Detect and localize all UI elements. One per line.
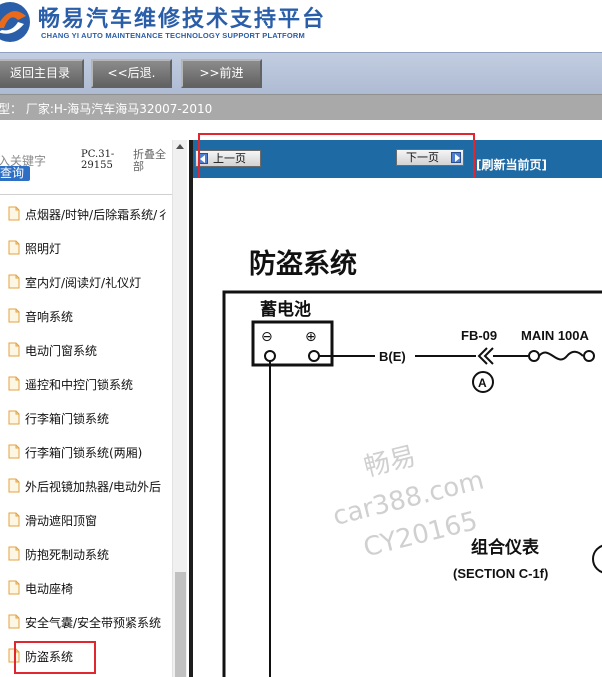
file-icon xyxy=(8,614,20,629)
selection-highlight xyxy=(14,641,96,674)
tree-item-label: 遥控和中控门锁系统 xyxy=(25,378,134,392)
tree-item[interactable]: 室内灯/阅读灯/礼仪灯 xyxy=(0,271,172,293)
tree-item[interactable]: 照明灯 xyxy=(0,237,172,259)
battery-terminal xyxy=(264,350,276,362)
fuse-terminal xyxy=(528,350,540,362)
file-icon xyxy=(8,240,20,255)
scrollbar-thumb[interactable] xyxy=(175,572,186,677)
tree-item-label: 室内灯/阅读灯/礼仪灯 xyxy=(25,276,142,290)
tree-item-label: 电动门窗系统 xyxy=(25,344,98,358)
battery-positive-icon: ⊕ xyxy=(305,329,317,345)
connector-icon xyxy=(477,347,494,365)
file-icon xyxy=(8,512,20,527)
tree-item[interactable]: 遥控和中控门锁系统 xyxy=(0,373,172,395)
tree-item[interactable]: 电动座椅 xyxy=(0,577,172,599)
tree-item-label: 照明灯 xyxy=(25,242,62,256)
file-icon xyxy=(8,444,20,459)
scroll-up-icon[interactable] xyxy=(176,144,184,149)
tree-item[interactable]: 安全气囊/安全带预紧系统 xyxy=(0,611,172,633)
meter-label: 组合仪表 xyxy=(471,537,540,558)
meter-connector-icon xyxy=(592,544,602,574)
tree-item[interactable]: 点烟器/时钟/后除霜系统/彳 xyxy=(0,203,172,225)
watermark-line: 畅易 xyxy=(361,441,419,483)
collapse-all-button[interactable]: 折叠全部 xyxy=(133,149,171,173)
battery-terminal xyxy=(308,350,320,362)
connector-mark-label: A xyxy=(478,376,487,390)
file-icon xyxy=(8,580,20,595)
meter-section-label: (SECTION C-1f) xyxy=(453,566,548,581)
battery-negative-icon: ⊖ xyxy=(261,329,273,345)
nav-bar: 返回主目录 <<后退. >>前进 xyxy=(0,52,602,94)
back-button[interactable]: <<后退. xyxy=(91,59,172,88)
car-logo-icon xyxy=(0,2,30,42)
tree-item[interactable]: 行李箱门锁系统(两厢) xyxy=(0,441,172,463)
tree-item-label: 行李箱门锁系统(两厢) xyxy=(25,446,143,460)
tree-item[interactable]: 行李箱门锁系统 xyxy=(0,407,172,429)
brand-title: 畅易汽车维修技术支持平台 xyxy=(38,7,327,32)
divider xyxy=(0,194,172,195)
battery-label: 蓄电池 xyxy=(260,299,311,320)
tree-item-label: 音响系统 xyxy=(25,310,74,324)
vehicle-type-text: 型： 厂家:H-海马汽车海马32007-2010 xyxy=(0,102,213,116)
wiring-diagram: 防盗系统 蓄电池 ⊖ ⊕ B(E) FB-09 A MAIN 100A 组合仪表… xyxy=(222,248,602,677)
fuse-icon xyxy=(538,350,584,361)
file-icon xyxy=(8,546,20,561)
app-window: 畅易汽车维修技术支持平台 CHANG YI AUTO MAINTENANCE T… xyxy=(0,0,602,677)
brand-subtitle: CHANG YI AUTO MAINTENANCE TECHNOLOGY SUP… xyxy=(41,31,305,40)
tree-item-label: 行李箱门锁系统 xyxy=(25,412,110,426)
tree-item[interactable]: 电动门窗系统 xyxy=(0,339,172,361)
file-icon xyxy=(8,376,20,391)
watermark: 畅易 car388.com CY20165 xyxy=(330,441,487,563)
tree-item-label: 外后视镜加热器/电动外后 xyxy=(25,480,162,494)
refresh-link[interactable]: [刷新当前页] xyxy=(476,156,547,173)
tree-item[interactable]: 外后视镜加热器/电动外后 xyxy=(0,475,172,497)
file-icon xyxy=(8,478,20,493)
fuse-terminal xyxy=(583,350,595,362)
home-button[interactable]: 返回主目录 xyxy=(0,59,84,88)
wire-code-label: B(E) xyxy=(379,349,406,364)
header: 畅易汽车维修技术支持平台 CHANG YI AUTO MAINTENANCE T… xyxy=(0,0,602,52)
tree-item-label: 点烟器/时钟/后除霜系统/彳 xyxy=(25,208,170,222)
tree-item[interactable]: 音响系统 xyxy=(0,305,172,327)
forward-button[interactable]: >>前进 xyxy=(181,59,262,88)
file-icon xyxy=(8,308,20,323)
file-icon xyxy=(8,410,20,425)
file-icon xyxy=(8,274,20,289)
file-icon xyxy=(8,342,20,357)
tree-item[interactable]: 防抱死制动系统 xyxy=(0,543,172,565)
tree-item-label: 滑动遮阳顶窗 xyxy=(25,514,98,528)
file-icon xyxy=(8,206,20,221)
tree-item-label: 电动座椅 xyxy=(25,582,74,596)
diagram-title: 防盗系统 xyxy=(249,248,357,280)
vehicle-type-bar: 型： 厂家:H-海马汽车海马32007-2010 xyxy=(0,94,602,120)
main-fuse-label: MAIN 100A xyxy=(521,328,590,343)
query-button[interactable]: 查询 xyxy=(0,166,30,181)
tree-item-label: 安全气囊/安全带预紧系统 xyxy=(25,616,162,630)
document-area: 防盗系统 蓄电池 ⊖ ⊕ B(E) FB-09 A MAIN 100A 组合仪表… xyxy=(193,178,602,677)
pc-code-label: PC.31-29155 xyxy=(81,149,115,171)
sidebar: 入关键字 查询 PC.31-29155 折叠全部 点烟器/时钟/后除霜系统/彳 … xyxy=(0,140,190,677)
sidebar-scrollbar[interactable] xyxy=(172,140,187,677)
fuse-block-label: FB-09 xyxy=(461,328,497,343)
tree-item-label: 防抱死制动系统 xyxy=(25,548,110,562)
tree-item[interactable]: 滑动遮阳顶窗 xyxy=(0,509,172,531)
